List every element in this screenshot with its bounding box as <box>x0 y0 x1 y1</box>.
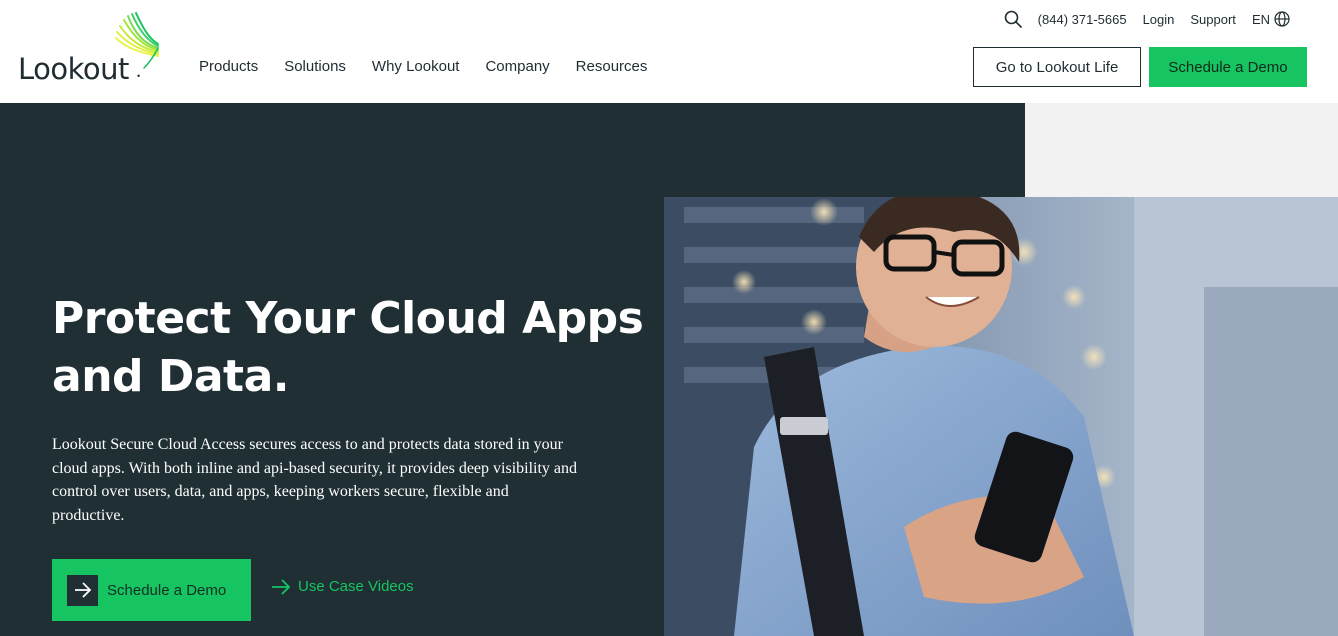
hero-accent-block <box>1025 103 1338 197</box>
login-link[interactable]: Login <box>1143 12 1175 27</box>
nav-company[interactable]: Company <box>485 58 549 75</box>
lookout-logo[interactable]: Lookout • <box>18 12 168 86</box>
hero-schedule-demo-label: Schedule a Demo <box>107 581 227 599</box>
main-nav: Products Solutions Why Lookout Company R… <box>199 58 673 75</box>
language-selector[interactable]: EN <box>1252 11 1290 27</box>
logo-dot: • <box>137 71 141 81</box>
hero-photo <box>664 197 1338 636</box>
use-case-videos-label: Use Case Videos <box>298 578 414 595</box>
site-header: Lookout • Products Solutions Why Lookout… <box>0 0 1338 103</box>
hero-description: Lookout Secure Cloud Access secures acce… <box>52 436 578 524</box>
arrow-right-icon <box>67 574 98 606</box>
support-link[interactable]: Support <box>1190 12 1236 27</box>
phone-link[interactable]: (844) 371-5665 <box>1038 12 1127 27</box>
go-to-lookout-life-button[interactable]: Go to Lookout Life <box>973 47 1141 87</box>
use-case-videos-link[interactable]: Use Case Videos <box>271 578 414 595</box>
globe-icon <box>1274 11 1290 27</box>
nav-resources[interactable]: Resources <box>576 58 648 75</box>
hero-schedule-demo-button[interactable]: Schedule a Demo <box>52 559 251 621</box>
nav-why-lookout[interactable]: Why Lookout <box>372 58 460 75</box>
nav-solutions[interactable]: Solutions <box>284 58 346 75</box>
utility-bar: (844) 371-5665 Login Support EN <box>1004 10 1290 28</box>
language-label: EN <box>1251 11 1270 27</box>
logo-wordmark: Lookout <box>18 52 129 86</box>
nav-products[interactable]: Products <box>199 58 258 75</box>
hero-title: Protect Your Cloud Apps and Data. <box>52 293 644 402</box>
header-schedule-demo-button[interactable]: Schedule a Demo <box>1149 47 1307 87</box>
search-icon[interactable] <box>1004 10 1022 28</box>
arrow-right-icon <box>272 578 291 595</box>
